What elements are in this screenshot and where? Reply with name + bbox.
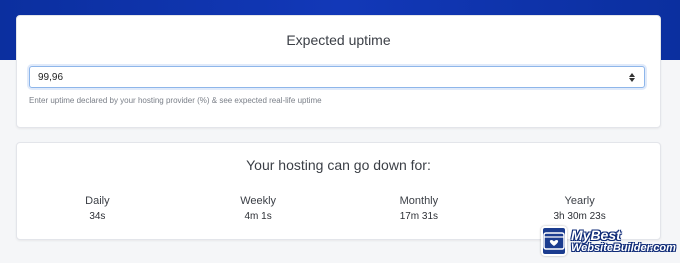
period-label: Daily <box>85 195 110 207</box>
brand-logo: MyBest WebsiteBuilder.com <box>541 224 676 258</box>
period-value: 34s <box>89 211 106 222</box>
uptime-hint: Enter uptime declared by your hosting pr… <box>29 96 322 105</box>
period-label: Weekly <box>240 195 277 207</box>
uptime-select[interactable]: 99,96 <box>29 66 645 88</box>
select-arrows-icon <box>628 71 636 83</box>
period-monthly: Monthly 17m 31s <box>339 195 500 222</box>
downtime-periods: Daily 34s Weekly 4m 1s Monthly 17m 31s Y… <box>17 195 660 222</box>
period-value: 4m 1s <box>244 211 272 222</box>
period-label: Monthly <box>399 195 439 207</box>
uptime-title: Expected uptime <box>286 32 391 48</box>
period-weekly: Weekly 4m 1s <box>178 195 339 222</box>
period-daily: Daily 34s <box>17 195 178 222</box>
period-value: 17m 31s <box>399 211 439 222</box>
uptime-select-value: 99,96 <box>38 71 64 83</box>
downtime-title: Your hosting can go down for: <box>246 157 431 173</box>
logo-line2: WebsiteBuilder.com <box>571 242 676 254</box>
browser-heart-icon <box>541 226 567 256</box>
period-value: 3h 30m 23s <box>553 211 606 222</box>
logo-line1: MyBest <box>571 227 621 243</box>
period-yearly: Yearly 3h 30m 23s <box>499 195 660 222</box>
uptime-card: Expected uptime 99,96 Enter uptime decla… <box>16 15 661 128</box>
period-label: Yearly <box>564 195 595 207</box>
